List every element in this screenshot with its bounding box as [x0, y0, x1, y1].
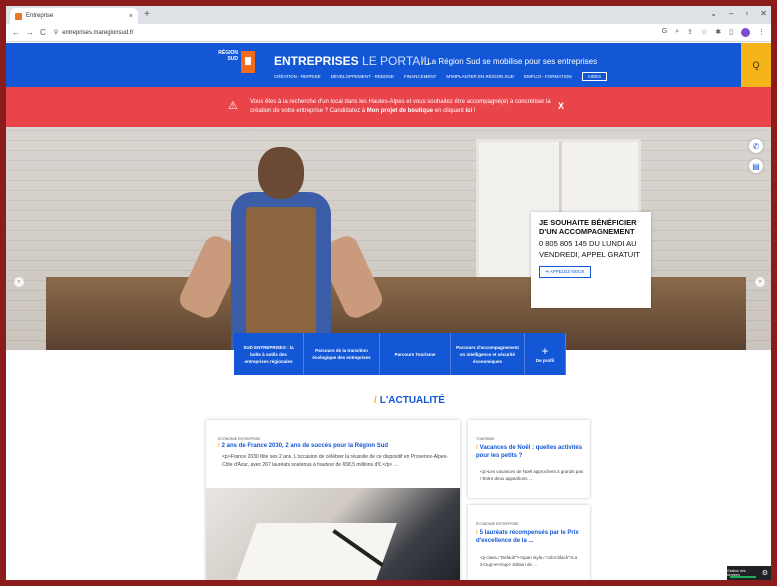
browser-window: Entreprise × + ⌄ – ▫ ✕ ← → C ⚲ entrepris…: [6, 6, 771, 580]
tab-search-icon[interactable]: ⌄: [710, 9, 717, 18]
alert-close-button[interactable]: X: [558, 101, 564, 111]
main-navigation: CRÉATION - REPRISE DÉVELOPPEMENT - REBON…: [274, 72, 608, 81]
url-text: entreprises.maregionsud.fr: [62, 29, 134, 36]
news-category: ÉCONOMIE ENTREPRISE: [476, 522, 519, 526]
plus-icon: +: [541, 343, 549, 358]
alert-message: Vous êtes à la recherche d'un local dans…: [250, 99, 551, 114]
back-icon[interactable]: ←: [12, 28, 20, 37]
gear-icon: ⚙: [761, 570, 768, 577]
cookie-services-widget[interactable]: Gestion des services ⚙: [727, 566, 771, 580]
news-title[interactable]: / Vacances de Noël : quelles activités po…: [476, 444, 584, 460]
search-button[interactable]: Q: [741, 43, 771, 87]
phone-icon[interactable]: ✆: [749, 139, 763, 153]
profile-avatar[interactable]: [741, 28, 750, 37]
forward-icon[interactable]: →: [26, 28, 34, 37]
minimize-button[interactable]: –: [729, 9, 733, 18]
news-card-side-2[interactable]: ÉCONOMIE ENTREPRISE /5 lauréats récompen…: [468, 505, 590, 580]
widget-status-bar: [730, 576, 756, 578]
tile-de-profil[interactable]: + De profil: [525, 333, 566, 375]
brand-sub: LE PORTAIL: [358, 54, 431, 68]
tile-sud-entreprises[interactable]: SUD ENTREPRISES : la boîte à outils des …: [234, 333, 304, 375]
share-icon[interactable]: ⇪: [687, 28, 693, 37]
tab-title: Entreprise: [26, 13, 54, 19]
address-bar: ← → C ⚲ entreprises.maregionsud.fr G ⌕ ⇪…: [6, 24, 771, 42]
logo-shield-icon: [241, 51, 255, 73]
call-us-button[interactable]: ➔ APPELEZ-NOUS: [539, 266, 591, 278]
nav-item-implanter[interactable]: M'IMPLANTER EN RÉGION SUD: [446, 74, 514, 81]
news-card-side-1[interactable]: TOURISME / Vacances de Noël : quelles act…: [468, 420, 590, 498]
tile-transition-ecologique[interactable]: Parcours de la transition écologique des…: [304, 333, 380, 375]
site-header: RÉGION SUD ENTREPRISES LE PORTAIL / La Ré…: [6, 43, 771, 87]
extensions-icon[interactable]: ✱: [715, 28, 721, 37]
menu-kebab-icon[interactable]: ⋮: [758, 28, 765, 37]
brand-main: ENTREPRISES: [274, 54, 359, 68]
news-excerpt: <p>France 2030 fête ses 2 ans. L'occasio…: [222, 454, 448, 468]
news-section-title: / L'ACTUALITÉ: [374, 395, 445, 406]
bookmark-star-icon[interactable]: ☆: [701, 28, 707, 37]
book-icon[interactable]: ▤: [749, 159, 763, 173]
favicon-icon: [15, 12, 22, 20]
news-excerpt: <p class="Default"><span style="color:bl…: [480, 555, 578, 567]
tile-parcours-tourisme[interactable]: Parcours Tourisme: [380, 333, 451, 375]
alert-bold-text: Mon projet de boutique: [366, 108, 434, 114]
news-title[interactable]: /5 lauréats récompensés par le Prix d'ex…: [476, 529, 584, 545]
nav-item-aides[interactable]: AIDES: [581, 72, 608, 81]
reload-icon[interactable]: C: [40, 28, 46, 37]
google-icon[interactable]: G: [662, 28, 667, 37]
hero-artisan-image: [175, 147, 387, 350]
nav-item-emploi[interactable]: EMPLOI - FORMATION: [524, 74, 572, 81]
news-excerpt: <p>Les vacances de Noël approchent à gra…: [480, 469, 584, 481]
support-promo-card: JE SOUHAITE BÉNÉFICIER D'UN ACCOMPAGNEME…: [531, 212, 651, 308]
new-tab-button[interactable]: +: [144, 9, 150, 20]
tile-intelligence-economique[interactable]: Parcours d'accompagnement en intelligenc…: [451, 333, 525, 375]
quick-access-tiles: SUD ENTREPRISES : la boîte à outils des …: [234, 333, 566, 375]
logo-text: RÉGION SUD: [218, 50, 238, 62]
news-title[interactable]: /2 ans de France 2030, 2 ans de succès p…: [218, 443, 388, 449]
tab-strip: Entreprise × + ⌄ – ▫ ✕: [6, 6, 771, 24]
warning-icon: ⚠: [228, 100, 238, 112]
url-field[interactable]: ⚲ entreprises.maregionsud.fr: [53, 29, 134, 37]
promo-phone: 0 805 805 145 DU LUNDI AU VENDREDI, APPE…: [539, 239, 640, 259]
news-photo: [206, 488, 460, 580]
site-brand[interactable]: ENTREPRISES LE PORTAIL: [274, 54, 430, 68]
tile-de-profil-label: De profil: [535, 357, 555, 363]
tab-close-icon[interactable]: ×: [129, 13, 133, 20]
sidepanel-icon[interactable]: ▯: [729, 28, 733, 37]
region-sud-logo[interactable]: RÉGION SUD: [218, 48, 262, 82]
search-icon: Q: [752, 60, 760, 70]
alert-banner: ⚠ Vous êtes à la recherche d'un local da…: [6, 87, 771, 127]
carousel-prev-button[interactable]: ‹: [14, 277, 24, 287]
lock-icon: ⚲: [53, 30, 59, 36]
browser-tab[interactable]: Entreprise ×: [10, 8, 138, 24]
window-controls: ⌄ – ▫ ✕: [710, 9, 767, 18]
nav-item-financement[interactable]: FINANCEMENT: [404, 74, 437, 81]
close-window-button[interactable]: ✕: [760, 9, 767, 18]
browser-toolbar: G ⌕ ⇪ ☆ ✱ ▯ ⋮: [662, 28, 765, 37]
promo-heading: JE SOUHAITE BÉNÉFICIER D'UN ACCOMPAGNEME…: [539, 218, 637, 236]
zoom-icon[interactable]: ⌕: [675, 28, 679, 37]
nav-item-creation[interactable]: CRÉATION - REPRISE: [274, 74, 321, 81]
hero-banner: ✆ ▤ ‹ › JE SOUHAITE BÉNÉFICIER D'UN ACCO…: [6, 127, 771, 350]
slash-icon: /: [422, 57, 425, 66]
carousel-next-button[interactable]: ›: [755, 277, 765, 287]
nav-item-developpement[interactable]: DÉVELOPPEMENT - REBOND: [331, 74, 394, 81]
news-category: ÉCONOMIE ENTREPRISE: [218, 437, 261, 441]
news-category: TOURISME: [476, 437, 495, 441]
news-card-main[interactable]: ÉCONOMIE ENTREPRISE /2 ans de France 203…: [206, 420, 460, 580]
site-tagline: / La Région Sud se mobilise pour ses entr…: [422, 57, 598, 66]
maximize-button[interactable]: ▫: [745, 9, 748, 18]
